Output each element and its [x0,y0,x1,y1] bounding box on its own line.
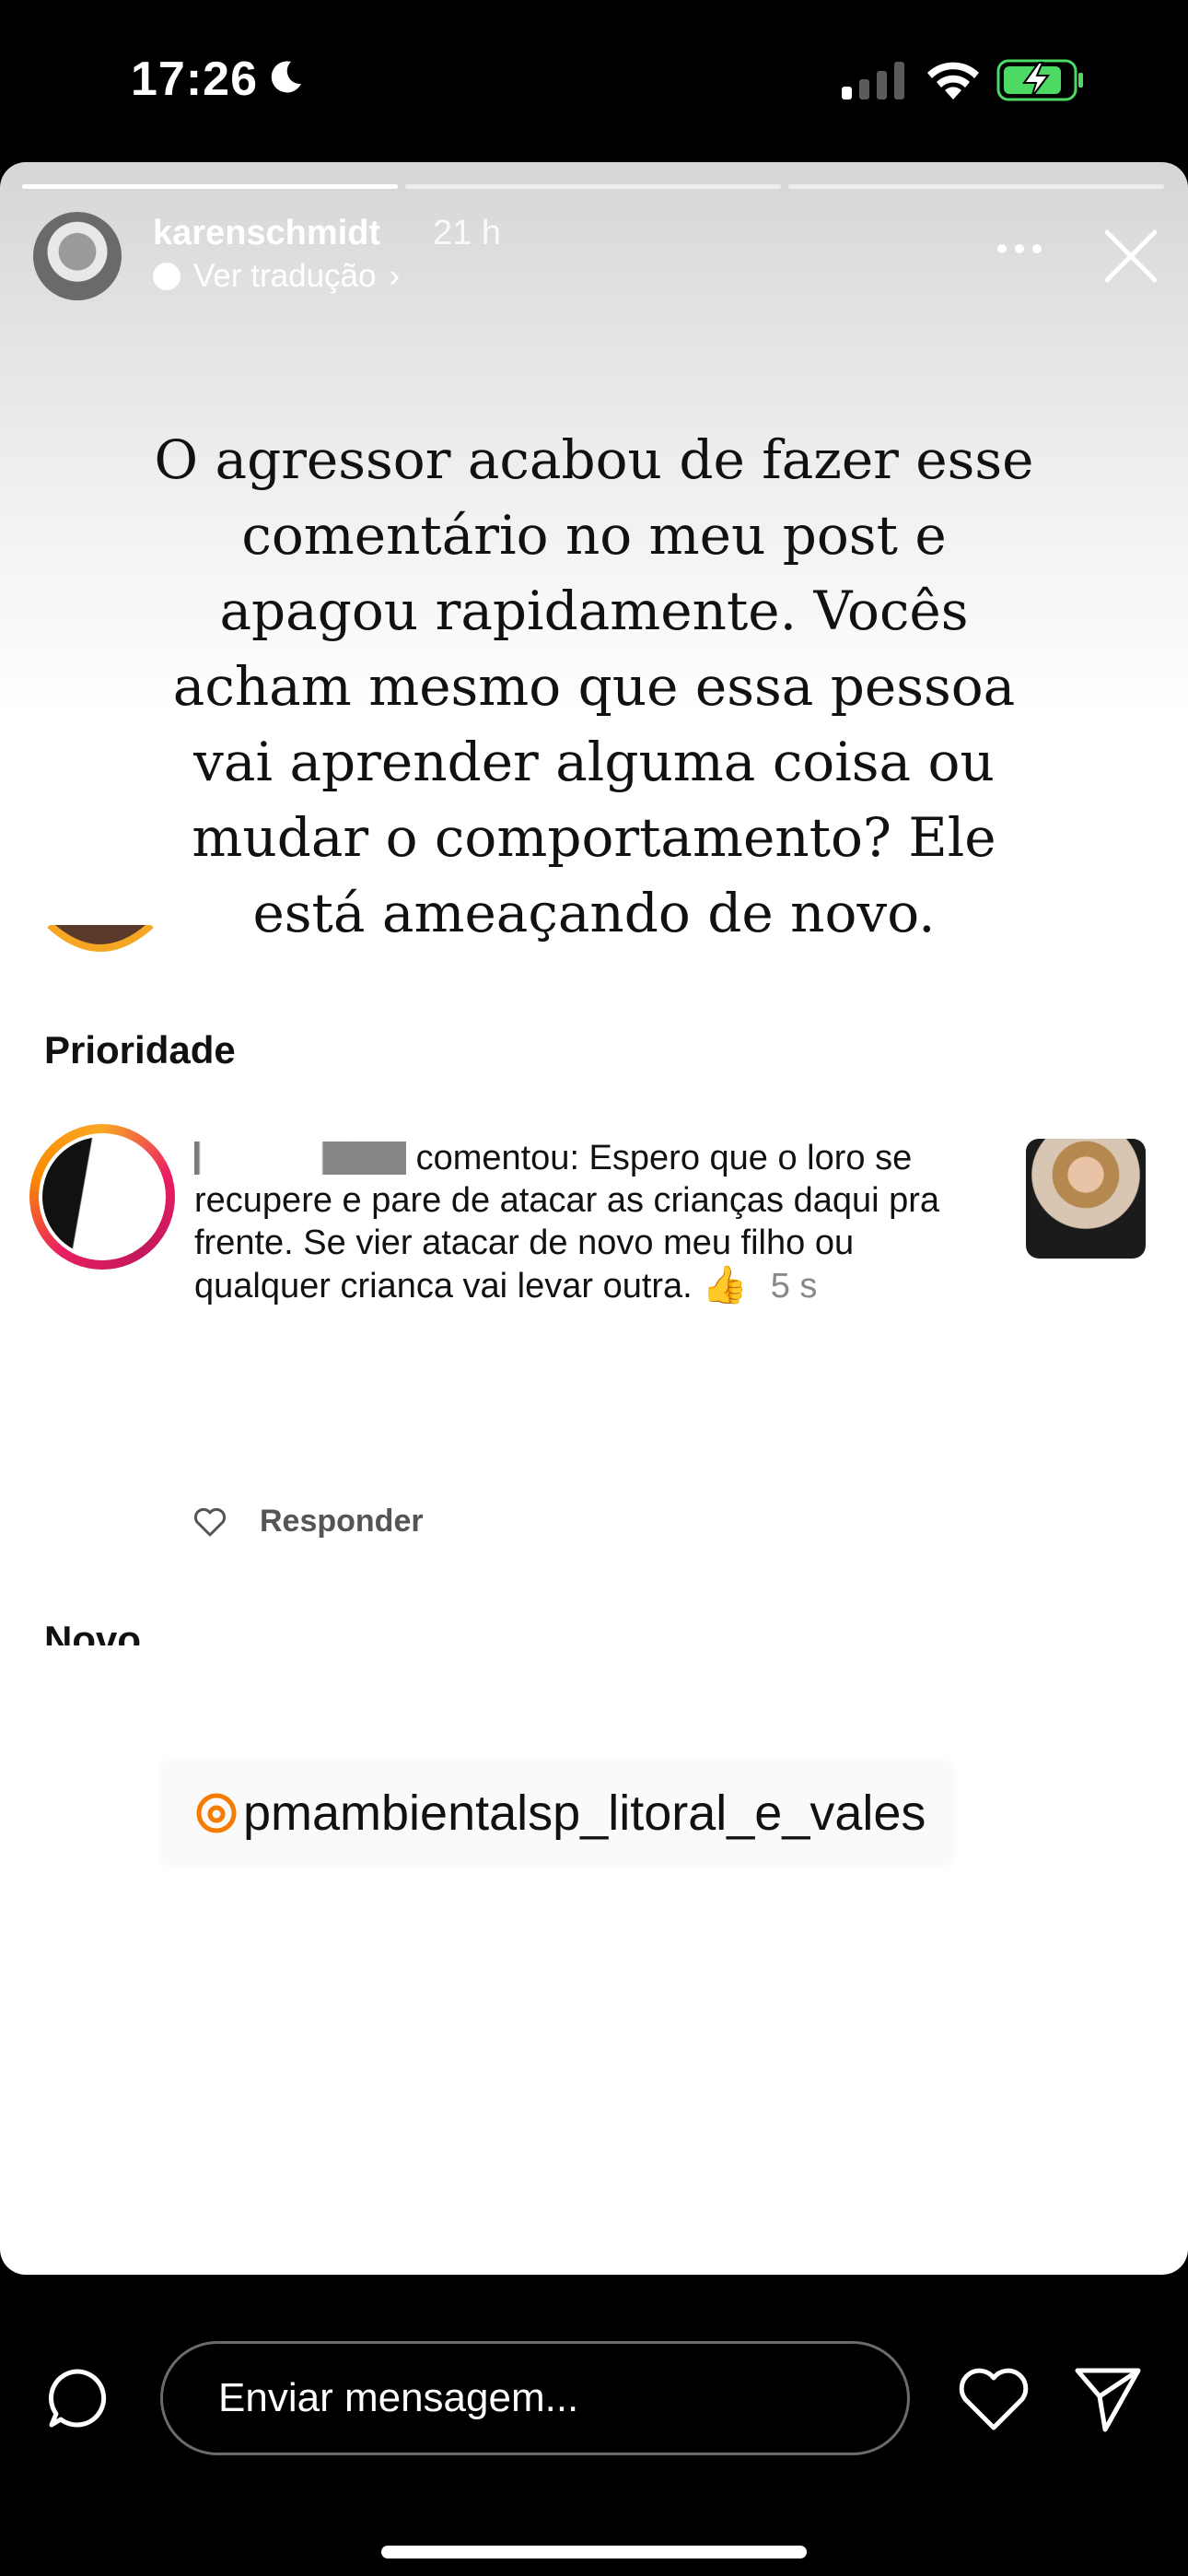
home-indicator [381,2546,807,2558]
story-progress-segment-2 [405,184,781,189]
reply-button[interactable]: Responder [260,1504,424,1540]
comment-time: 5 s [770,1267,818,1306]
battery-charging-icon [996,59,1083,101]
mention-handle: pmambientalsp_litoral_e_vales [243,1786,926,1841]
signal-icon [842,62,904,100]
story-username[interactable]: karenschmidt [153,214,380,253]
close-icon[interactable] [1101,227,1160,286]
partial-avatar-ring [47,925,154,952]
post-thumbnail [1026,1139,1146,1259]
send-icon[interactable] [1074,2365,1142,2433]
translate-label: Ver tradução [193,258,377,294]
section-new: Novo [44,1618,141,1645]
thumbs-up-emoji: 👍 [702,1265,749,1306]
story-progress-segment-1 [22,184,398,189]
threads-icon [196,1793,237,1833]
story-time-ago: 21 h [433,214,501,252]
status-bar: 17:26 [0,0,1188,161]
comment-text: comentou: Espero que o loro se recupere … [194,1137,996,1307]
translate-link[interactable]: Ver tradução › [153,258,400,295]
message-input[interactable] [160,2341,910,2455]
translate-icon [153,263,181,290]
chat-bubble-icon[interactable] [48,2368,109,2429]
heart-outline-icon[interactable] [193,1507,227,1537]
moon-icon [271,61,301,93]
wifi-icon [927,62,979,100]
avatar-image [42,1137,162,1257]
heart-icon[interactable] [958,2367,1030,2431]
more-options-icon[interactable] [996,243,1042,254]
story-caption: O agressor acabou de fazer esse comentár… [154,428,1034,944]
section-priority: Prioridade [44,1028,236,1071]
story-progress-segment-3 [788,184,1164,189]
chevron-right-icon: › [389,258,401,294]
section-new-clip: Novo [0,1610,1188,1645]
progress-fill [22,184,398,189]
commenter-avatar [29,1124,175,1270]
redacted-username [194,1142,406,1175]
mention-sticker[interactable]: pmambientalsp_litoral_e_vales [160,1762,954,1865]
clock: 17:26 [131,53,258,106]
avatar[interactable] [33,212,122,300]
story-reply-bar [0,2275,1188,2576]
story-viewer[interactable]: karenschmidt 21 h Ver tradução › O agres… [0,162,1188,2275]
